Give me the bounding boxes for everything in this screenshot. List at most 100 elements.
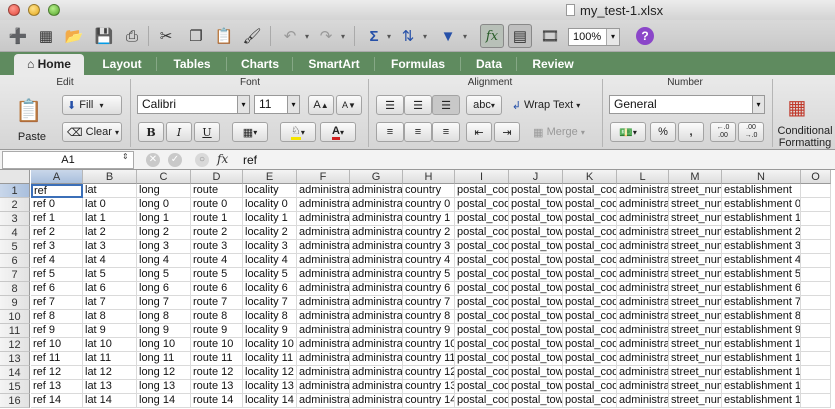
cell[interactable]: route 12 xyxy=(191,366,243,380)
cell[interactable]: postal_code xyxy=(563,380,617,394)
cell[interactable]: administrat xyxy=(297,296,350,310)
cell[interactable]: locality 0 xyxy=(243,198,297,212)
cell[interactable]: administrat xyxy=(350,254,403,268)
cell[interactable]: establishment 10 xyxy=(722,338,801,352)
cell[interactable]: country 14 xyxy=(403,394,455,408)
cell[interactable]: administrat xyxy=(297,254,350,268)
cell[interactable]: locality 8 xyxy=(243,310,297,324)
cell[interactable]: postal_cod xyxy=(455,212,509,226)
tab-tables[interactable]: Tables xyxy=(160,54,224,75)
cell[interactable]: establishment 13 xyxy=(722,380,801,394)
formula-input[interactable]: ref xyxy=(243,153,257,167)
cell[interactable]: postal_cod xyxy=(455,198,509,212)
cell[interactable]: postal_cod xyxy=(455,268,509,282)
cell[interactable]: establishment 9 xyxy=(722,324,801,338)
cell[interactable]: locality 3 xyxy=(243,240,297,254)
borders-button[interactable]: ▦ ▾ xyxy=(232,122,268,142)
cell[interactable]: postal_tow xyxy=(509,394,563,408)
cell[interactable]: street_num xyxy=(669,338,722,352)
cell[interactable]: country 1 xyxy=(403,212,455,226)
cell[interactable]: street_num xyxy=(669,184,722,198)
cell[interactable]: lat 14 xyxy=(83,394,137,408)
cell[interactable]: route 8 xyxy=(191,310,243,324)
cell[interactable]: country 9 xyxy=(403,324,455,338)
open-icon[interactable]: 📂 xyxy=(62,24,86,48)
cell[interactable]: route 6 xyxy=(191,282,243,296)
cell[interactable]: administrat xyxy=(350,296,403,310)
cell[interactable]: administrat xyxy=(297,366,350,380)
cell[interactable]: route 11 xyxy=(191,352,243,366)
cell[interactable]: postal_tow xyxy=(509,296,563,310)
column-header-j[interactable]: J xyxy=(509,170,563,184)
tab-formulas[interactable]: Formulas xyxy=(378,54,458,75)
row-header[interactable]: 16 xyxy=(0,394,30,408)
percent-button[interactable]: % xyxy=(650,122,676,142)
cell[interactable]: locality 1 xyxy=(243,212,297,226)
cell[interactable]: postal_tow xyxy=(509,380,563,394)
name-box-stepper-icon[interactable]: ⇕ xyxy=(122,152,132,161)
cell[interactable]: postal_code xyxy=(563,366,617,380)
cell[interactable]: street_num xyxy=(669,380,722,394)
merge-button[interactable]: ▦ Merge ▾ xyxy=(526,122,592,142)
cell[interactable]: postal_tow xyxy=(509,184,563,198)
cell[interactable]: administrat xyxy=(617,394,669,408)
cell[interactable] xyxy=(801,366,831,380)
cell[interactable]: ref 11 xyxy=(31,352,83,366)
cell[interactable]: street_num xyxy=(669,268,722,282)
formula-builder-icon[interactable]: fx xyxy=(480,24,504,48)
cell[interactable]: ref 5 xyxy=(31,268,83,282)
cell[interactable]: ref 3 xyxy=(31,240,83,254)
cell[interactable]: lat 0 xyxy=(83,198,137,212)
cell[interactable]: postal_tow xyxy=(509,352,563,366)
cell[interactable]: establishment 4 xyxy=(722,254,801,268)
cell[interactable]: street_num xyxy=(669,352,722,366)
cell[interactable]: establishment 14 xyxy=(722,394,801,408)
cell[interactable]: lat 1 xyxy=(83,212,137,226)
cell[interactable]: street_num xyxy=(669,282,722,296)
cell[interactable] xyxy=(801,198,831,212)
row-header[interactable]: 9 xyxy=(0,296,30,310)
cell[interactable]: administrat xyxy=(617,240,669,254)
cell[interactable]: administrat xyxy=(297,240,350,254)
cell[interactable]: postal_cod xyxy=(455,254,509,268)
cell[interactable]: establishment 8 xyxy=(722,310,801,324)
help-icon[interactable]: ? xyxy=(636,27,654,45)
cell[interactable]: postal_code xyxy=(563,394,617,408)
cell[interactable]: administrat xyxy=(297,338,350,352)
format-painter-icon[interactable]: 🖌 xyxy=(240,24,264,48)
cell[interactable]: administrat xyxy=(617,310,669,324)
cell[interactable] xyxy=(801,352,831,366)
tab-data[interactable]: Data xyxy=(464,54,514,75)
cell[interactable]: postal_tow xyxy=(509,282,563,296)
cut-icon[interactable]: ✂ xyxy=(154,24,178,48)
column-header-m[interactable]: M xyxy=(669,170,722,184)
cell[interactable]: administrat xyxy=(350,226,403,240)
sort-icon[interactable]: ⇅ xyxy=(396,24,420,48)
cell[interactable]: locality 12 xyxy=(243,366,297,380)
row-header[interactable]: 15 xyxy=(0,380,30,394)
cell[interactable]: establishment 3 xyxy=(722,240,801,254)
cell[interactable]: locality 2 xyxy=(243,226,297,240)
cell[interactable] xyxy=(801,254,831,268)
row-header[interactable]: 6 xyxy=(0,254,30,268)
insert-function-icon[interactable]: fx xyxy=(217,152,228,166)
cell[interactable]: ref 2 xyxy=(31,226,83,240)
cell[interactable] xyxy=(801,310,831,324)
cell[interactable]: long 10 xyxy=(137,338,191,352)
column-header-i[interactable]: I xyxy=(455,170,509,184)
cell[interactable]: postal_tow xyxy=(509,324,563,338)
cell[interactable]: route 7 xyxy=(191,296,243,310)
cell[interactable]: lat 4 xyxy=(83,254,137,268)
cell[interactable]: long 6 xyxy=(137,282,191,296)
cell[interactable]: lat 13 xyxy=(83,380,137,394)
cell[interactable]: lat 2 xyxy=(83,226,137,240)
cell[interactable]: administrat xyxy=(617,184,669,198)
cell[interactable]: route 14 xyxy=(191,394,243,408)
cell[interactable]: postal_tow xyxy=(509,366,563,380)
print-icon[interactable]: ⎙ xyxy=(120,24,144,48)
font-color-button[interactable]: A ▾ xyxy=(320,122,356,142)
row-header[interactable]: 1 xyxy=(0,184,30,198)
cell[interactable]: postal_cod xyxy=(455,352,509,366)
cell[interactable]: long 1 xyxy=(137,212,191,226)
row-header[interactable]: 12 xyxy=(0,338,30,352)
